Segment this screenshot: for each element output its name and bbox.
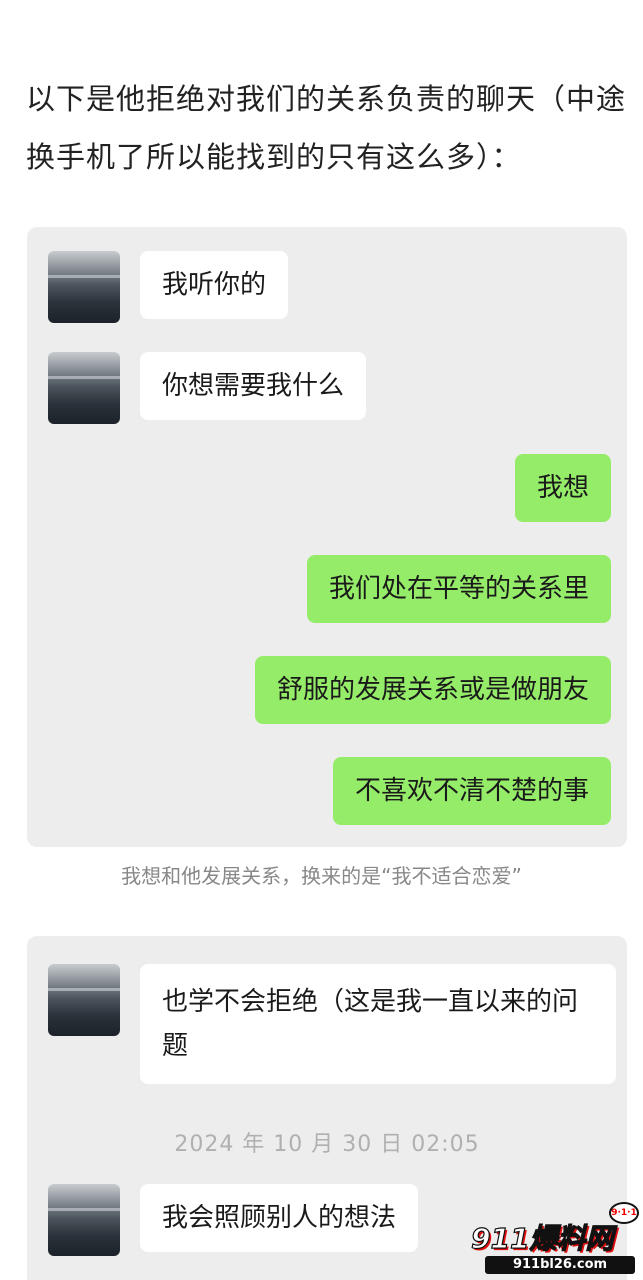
incoming-message: 也学不会拒绝（这是我一直以来的问题 [140,964,616,1084]
contact-avatar[interactable] [48,251,120,323]
contact-avatar[interactable] [48,352,120,424]
outgoing-message: 不喜欢不清不楚的事 [332,757,611,825]
chat-screenshot-1: 我听你的 你想需要我什么 我想 我们处在平等的关系里 舒服的发展关系或是做朋友 … [27,227,627,847]
watermark-badge: 9·1·1 [609,1202,639,1224]
incoming-message: 你想需要我什么 [140,352,367,420]
outgoing-message: 我们处在平等的关系里 [306,555,611,623]
incoming-message: 我会照顾别人的想法 [140,1184,419,1252]
message-timestamp: 2024 年 10 月 30 日 02:05 [174,1132,480,1157]
watermark-logo: 9·1·1 911爆料网 911bl26.com [470,1200,639,1276]
outgoing-message: 我想 [514,454,611,522]
watermark-url: 911bl26.com [485,1256,635,1274]
contact-avatar[interactable] [48,964,120,1036]
intro-text: 以下是他拒绝对我们的关系负责的聊天（中途换手机了所以能找到的只有这么多）： [26,82,627,174]
page: 以下是他拒绝对我们的关系负责的聊天（中途换手机了所以能找到的只有这么多）： 我听… [0,0,643,1280]
image-caption: 我想和他发展关系，换来的是“我不适合恋爱” [121,864,522,888]
incoming-message: 我听你的 [140,251,289,319]
watermark-title: 911爆料网 [470,1221,614,1255]
contact-avatar[interactable] [48,1184,120,1256]
outgoing-message: 舒服的发展关系或是做朋友 [254,656,611,724]
